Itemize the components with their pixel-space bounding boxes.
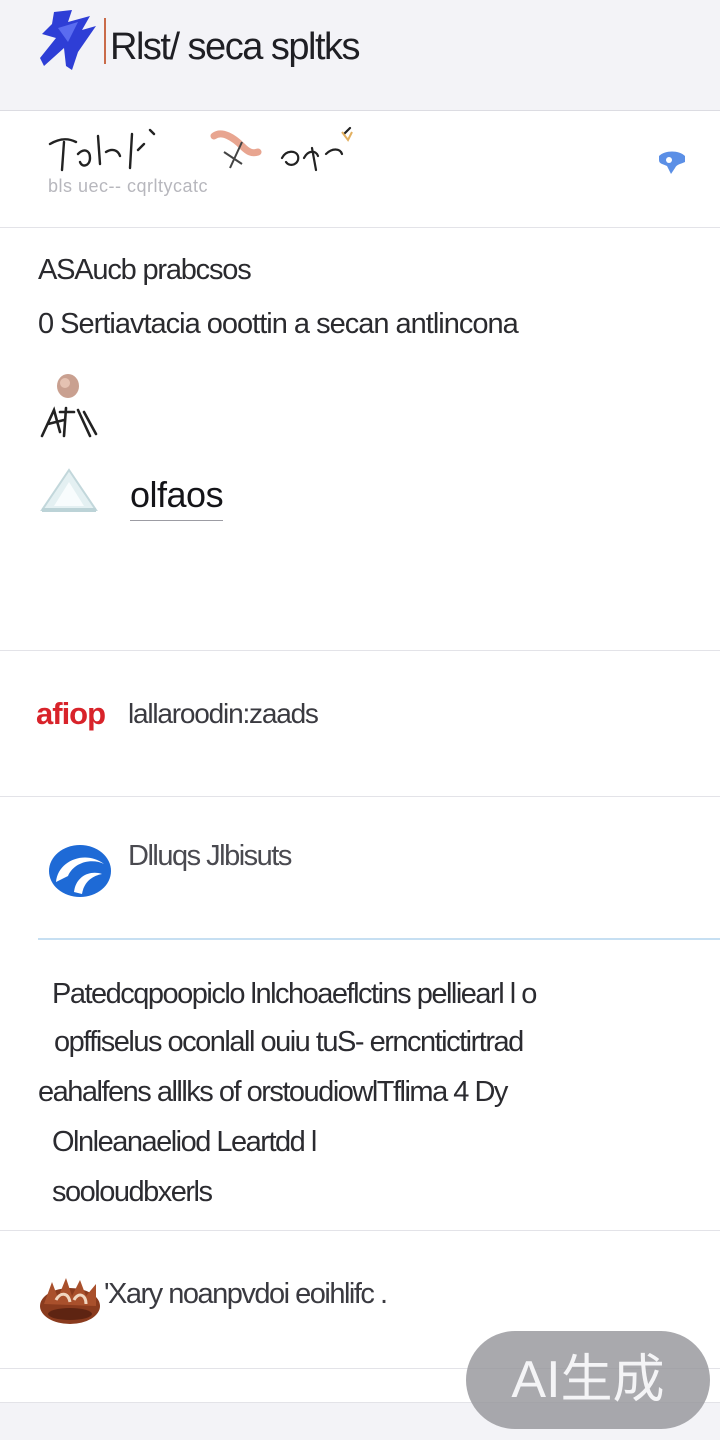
action-link[interactable]: olfaos: [130, 474, 224, 521]
divider: [0, 1230, 720, 1231]
paragraph-line: Olnleanaeliod Leartdd l: [52, 1126, 317, 1158]
accent-divider: [38, 938, 720, 940]
service-title[interactable]: Dlluqs Jlbisuts: [128, 840, 292, 873]
paragraph-line: sooloudbxerls: [52, 1176, 213, 1208]
app-row-label[interactable]: lallaroodin:zaads: [128, 698, 319, 730]
header-divider: [104, 18, 106, 64]
paragraph-line: opffiselus oconlall ouiu tuS- erncnticti…: [54, 1026, 524, 1058]
section-heading: ASAucb prabcsos: [38, 254, 252, 286]
avatar-icon: [40, 374, 98, 438]
watermark-text: AI生成: [511, 1351, 665, 1409]
profile-shield-icon[interactable]: [655, 148, 689, 178]
profile-caption: bls uec-- cqrltycatc: [48, 176, 209, 196]
app-badge: afiop: [36, 696, 106, 731]
food-icon: [40, 1278, 100, 1324]
paragraph-line: Patedcqpoopiclo lnlchoaeflctins pelliear…: [52, 978, 537, 1010]
section-subtitle: 0 Sertiavtacia ooottin a secan antlincon…: [38, 308, 519, 340]
page-title: Rlst/ seca spltks: [110, 26, 361, 68]
app-header: Rlst/ seca spltks: [0, 0, 720, 111]
brand-logo-icon: [40, 10, 96, 70]
alert-triangle-icon: [40, 468, 98, 512]
divider: [0, 650, 720, 651]
paragraph-line: eahalfens alllks of orstoudiowlTflima 4 …: [38, 1076, 508, 1108]
app-screen: Rlst/ seca spltks bls uec-- cqrltycatc A…: [0, 0, 720, 1440]
service-logo-icon: [49, 845, 111, 897]
ai-watermark-badge: AI生成: [466, 1331, 710, 1429]
divider: [0, 796, 720, 797]
signature-icon: [48, 126, 353, 172]
list-item-label[interactable]: 'Xary noanpvdoi eoihlifc .: [104, 1278, 388, 1311]
